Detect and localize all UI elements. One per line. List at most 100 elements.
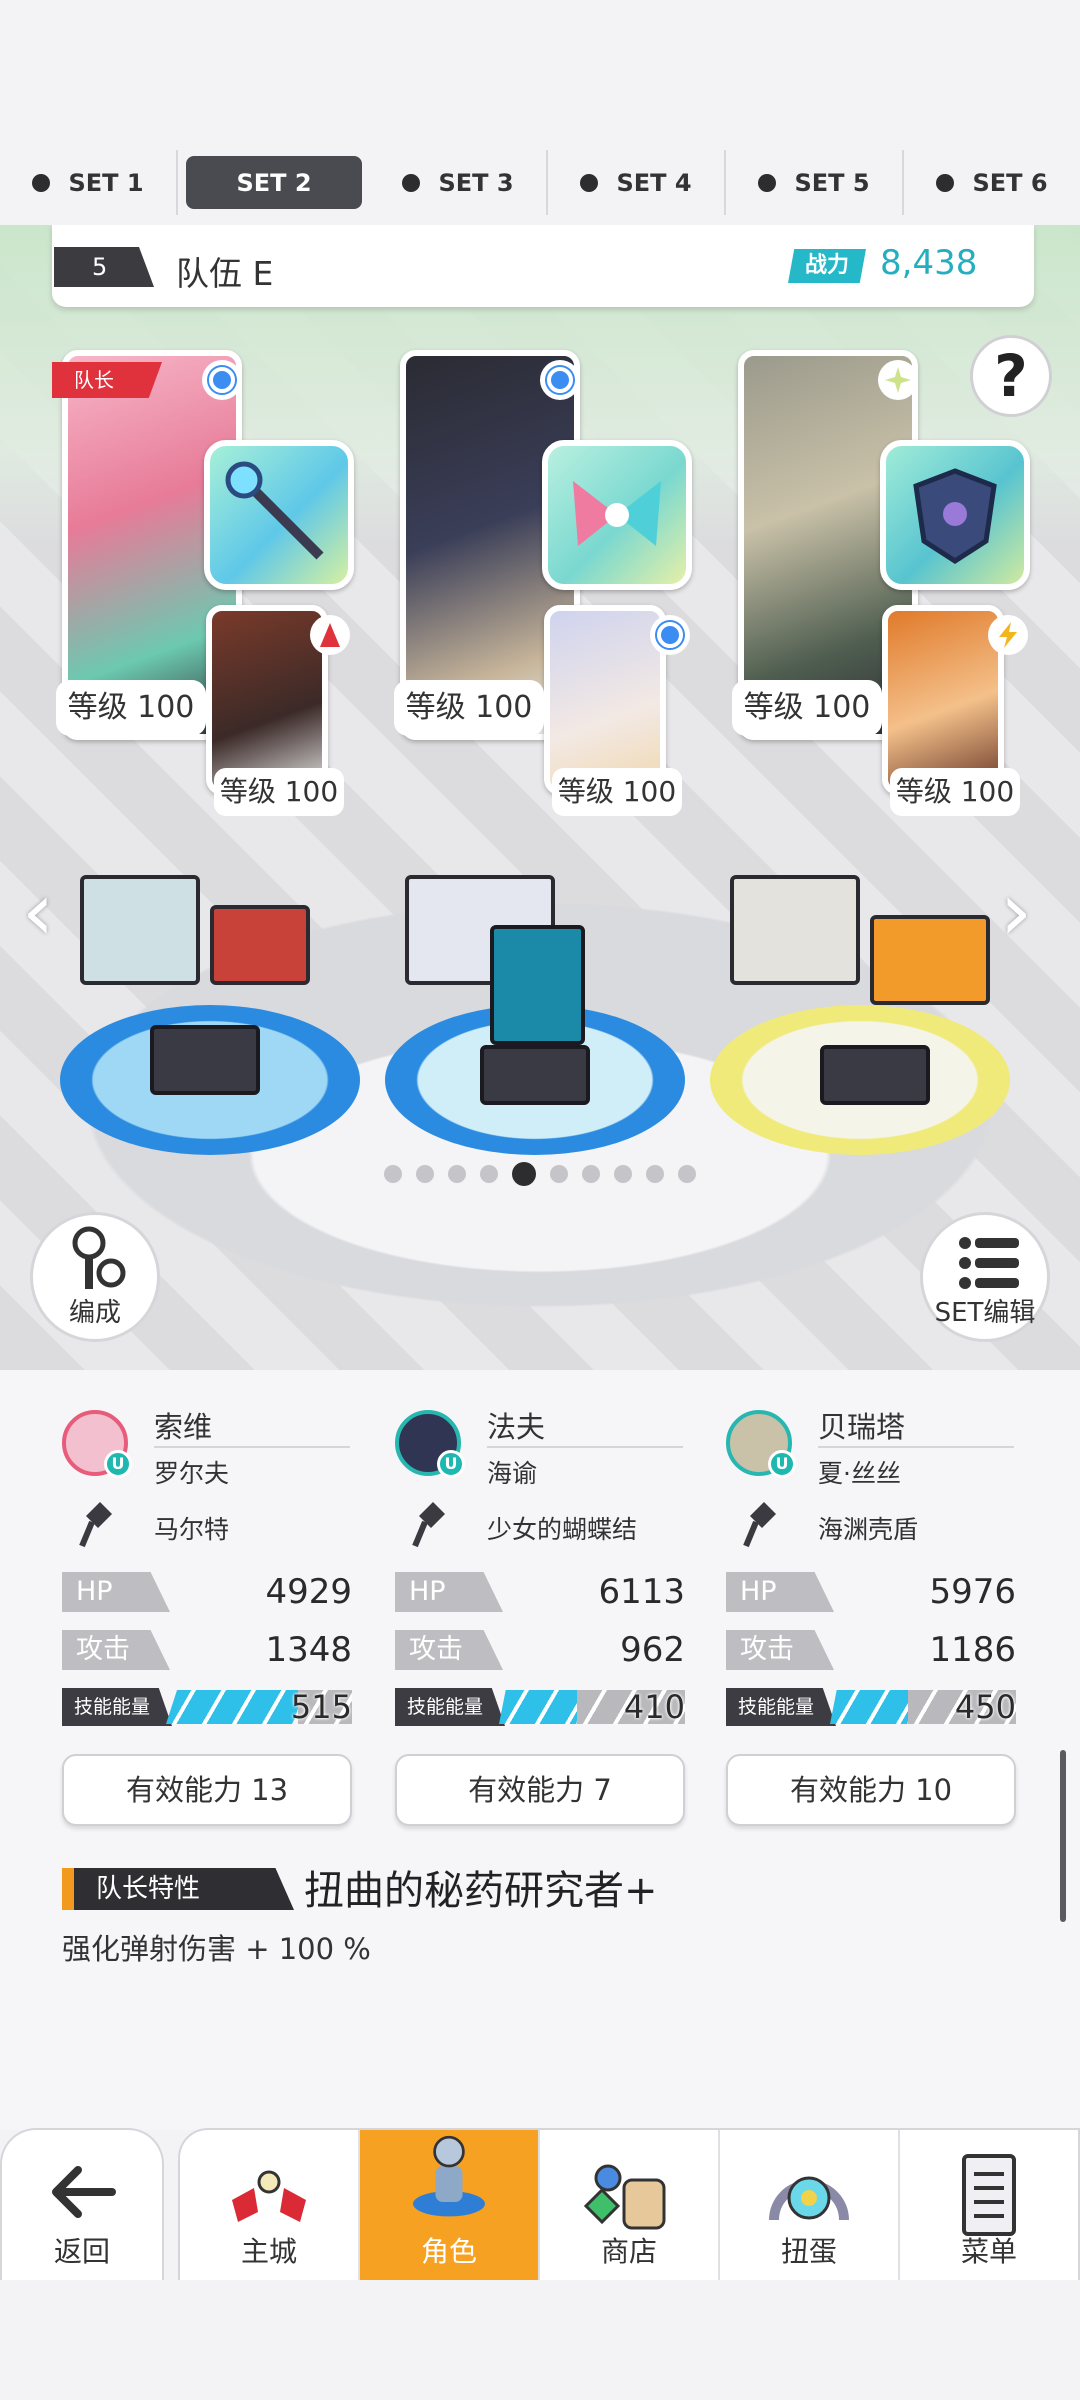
effective-ability-button[interactable]: 有效能力 7 [395,1754,685,1826]
page-dot-active[interactable] [512,1162,536,1186]
power-value: 8,438 [880,243,978,283]
back-button[interactable]: 返回 [0,2128,164,2280]
tab-label: SET 5 [794,168,870,197]
help-button[interactable]: ? [970,335,1052,417]
energy-row: 技能能量 450 [726,1688,1016,1728]
sub-character-level: 等级 100 [552,768,682,816]
bottom-navigation: 返回 主城 角色 商店 扭蛋 菜单 [0,2128,1080,2280]
page-dot[interactable] [416,1165,434,1183]
sub-character-portrait[interactable] [882,605,1004,795]
weapon-staff-icon[interactable] [204,440,354,590]
energy-value: 410 [623,1688,685,1726]
leader-trait-tag: 队长特性 [62,1868,294,1910]
weapon-name: 少女的蝴蝶结 [487,1515,638,1544]
accessory-ribbon-icon[interactable] [542,440,692,590]
attack-row: 攻击 962 [395,1630,685,1670]
hp-label: HP [395,1572,503,1612]
tab-label: SET 4 [616,168,692,197]
set-edit-button[interactable]: SET编辑 [920,1212,1050,1342]
tab-dot-icon [402,173,421,192]
next-team-arrow[interactable]: › [1000,865,1032,958]
menu-icon [962,2154,1016,2236]
nav-item-menu[interactable]: 菜单 [900,2130,1078,2280]
page-dot[interactable] [646,1165,664,1183]
attack-row: 攻击 1348 [62,1630,352,1670]
effective-ability-button[interactable]: 有效能力 10 [726,1754,1016,1826]
page-dot[interactable] [614,1165,632,1183]
attack-value: 1348 [265,1630,352,1670]
tab-label: SET 3 [438,168,514,197]
unit-sprite [210,905,310,985]
nav-item-castle[interactable]: 主城 [180,2130,360,2280]
page-dot[interactable] [582,1165,600,1183]
team-header: 5 队伍 E 战力 8,438 [52,225,1034,307]
team-name[interactable]: 队伍 E [176,247,273,295]
formation-gear-icon [72,1226,126,1289]
tab-dot-icon [758,173,777,192]
team-number: 5 [54,247,154,287]
character-icon [413,2135,485,2217]
page-dot[interactable] [480,1165,498,1183]
page-dot[interactable] [384,1165,402,1183]
nav-item-character[interactable]: 角色 [360,2130,540,2280]
tab-set-6[interactable]: SET 6 [904,150,1080,215]
tab-set-4[interactable]: SET 4 [548,150,726,215]
weapon-icon [743,1502,776,1548]
hp-row: HP 4929 [62,1572,352,1612]
list-icon [959,1237,1019,1289]
character-avatar[interactable]: U [62,1410,132,1478]
nav-item-shop[interactable]: 商店 [540,2130,720,2280]
prev-team-arrow[interactable]: ‹ [22,865,54,958]
character-avatar[interactable]: U [395,1410,465,1478]
divider [487,1446,683,1448]
character-name: 法夫 [487,1410,546,1444]
tab-set-2[interactable]: SET 2 [186,156,362,209]
tab-set-5[interactable]: SET 5 [726,150,904,215]
formation-button[interactable]: 编成 [30,1212,160,1342]
attribute-fire-icon [310,615,350,655]
tab-dot-icon [580,173,599,192]
hp-value: 5976 [929,1572,1016,1612]
leader-trait-description: 强化弹射伤害 + 100 % [62,1932,371,1966]
page-dot[interactable] [550,1165,568,1183]
character-level: 等级 100 [732,680,882,736]
u-badge-icon: U [768,1450,796,1478]
leader-tag: 队长 [52,362,162,398]
attack-label: 攻击 [395,1630,503,1670]
weapon-icon [412,1502,445,1548]
nav-item-gacha[interactable]: 扭蛋 [720,2130,900,2280]
page-dot[interactable] [448,1165,466,1183]
formation-label: 编成 [68,1298,121,1328]
page-dot[interactable] [678,1165,696,1183]
tab-set-1[interactable]: SET 1 [0,150,178,215]
character-name: 索维 [154,1410,213,1444]
effective-ability-button[interactable]: 有效能力 13 [62,1754,352,1826]
energy-label: 技能能量 [726,1688,836,1726]
scrollbar[interactable] [1060,1750,1066,1922]
shield-icon[interactable] [880,440,1030,590]
nav-label: 角色 [420,2235,477,2268]
leader-trait-name: 扭曲的秘药研究者+ [304,1868,658,1914]
leader-trait-label: 队长特性 [96,1874,201,1904]
attack-label: 攻击 [62,1630,170,1670]
hp-row: HP 6113 [395,1572,685,1612]
sub-character-name: 罗尔夫 [154,1459,230,1488]
tab-label: SET 2 [236,168,312,197]
character-name: 贝瑞塔 [818,1410,906,1444]
character-avatar[interactable]: U [726,1410,796,1478]
shop-icon [584,2164,666,2230]
unit-sprite [150,1025,260,1095]
divider [154,1446,350,1448]
divider [818,1446,1014,1448]
system-bar-area [0,2280,1080,2400]
sub-character-portrait[interactable] [544,605,666,795]
set-tabs: SET 1 SET 2 SET 3 SET 4 SET 5 SET 6 [0,150,1080,215]
attribute-water-icon [650,615,690,655]
u-badge-icon: U [104,1450,132,1478]
hp-label: HP [726,1572,834,1612]
trait-accent [62,1868,74,1910]
set-edit-label: SET编辑 [934,1298,1036,1328]
weapon-name: 马尔特 [154,1515,230,1544]
tab-label: SET 6 [972,168,1048,197]
tab-set-3[interactable]: SET 3 [370,150,548,215]
